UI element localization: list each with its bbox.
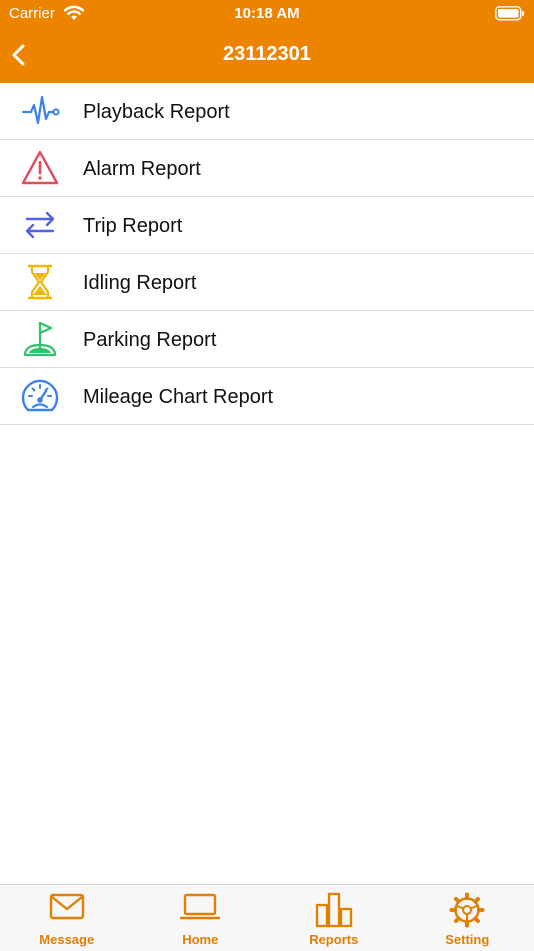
tab-setting[interactable]: Setting <box>401 885 534 951</box>
report-item-label: Alarm Report <box>83 157 201 181</box>
report-item-playback[interactable]: Playback Report <box>0 83 534 140</box>
navigation-bar: 23112301 <box>0 28 534 83</box>
tab-label: Reports <box>267 932 401 947</box>
pulse-icon <box>20 92 60 130</box>
battery-icon <box>495 6 525 26</box>
tab-label: Setting <box>401 932 534 947</box>
top-bar: Carrier 10:18 AM 23112301 <box>0 0 534 83</box>
flag-icon <box>20 320 60 358</box>
page-title: 23112301 <box>0 42 534 66</box>
hourglass-icon <box>20 263 60 301</box>
status-bar: Carrier 10:18 AM <box>0 0 534 28</box>
report-item-trip[interactable]: Trip Report <box>0 197 534 254</box>
report-item-label: Mileage Chart Report <box>83 385 273 409</box>
report-item-alarm[interactable]: Alarm Report <box>0 140 534 197</box>
speedometer-icon <box>20 377 60 415</box>
tab-label: Message <box>0 932 134 947</box>
report-item-label: Idling Report <box>83 271 196 295</box>
back-chevron-icon[interactable] <box>8 40 32 70</box>
tab-message[interactable]: Message <box>0 885 134 951</box>
envelope-icon <box>0 892 134 928</box>
status-time: 10:18 AM <box>0 5 534 23</box>
laptop-icon <box>134 892 268 928</box>
swap-arrows-icon <box>20 206 60 244</box>
report-item-label: Trip Report <box>83 214 182 238</box>
tab-label: Home <box>134 932 268 947</box>
report-item-idling[interactable]: Idling Report <box>0 254 534 311</box>
tab-bar: Message Home Reports <box>0 884 534 951</box>
bar-chart-icon <box>267 892 401 928</box>
report-item-label: Parking Report <box>83 328 216 352</box>
report-item-mileage-chart[interactable]: Mileage Chart Report <box>0 368 534 425</box>
report-item-parking[interactable]: Parking Report <box>0 311 534 368</box>
tab-home[interactable]: Home <box>134 885 268 951</box>
tab-reports[interactable]: Reports <box>267 885 401 951</box>
report-item-label: Playback Report <box>83 100 230 124</box>
warning-triangle-icon <box>20 149 60 187</box>
report-list: Playback Report Alarm Report Trip Report <box>0 83 534 425</box>
gear-icon <box>401 892 534 928</box>
